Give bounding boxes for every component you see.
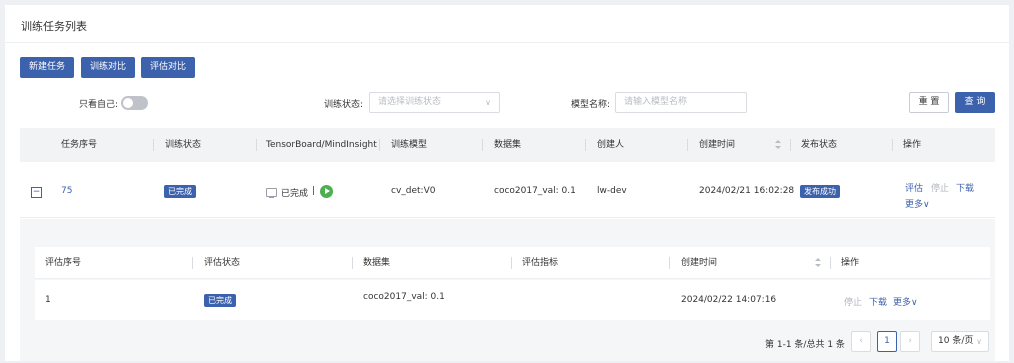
th-actions: 操作: [903, 140, 922, 150]
train-status-placeholder: 请选择训练状态: [378, 97, 442, 107]
eval-more-dropdown[interactable]: 更多∨: [893, 295, 918, 308]
chevron-down-icon: ∨: [485, 98, 491, 107]
monitor-icon: [266, 188, 277, 198]
sub-table-row: 1 已完成 coco2017_val: 0.1 2024/02/22 14:07…: [35, 280, 990, 320]
eval-download-link[interactable]: 下载: [869, 295, 887, 308]
chevron-down-icon: ∨: [976, 337, 982, 346]
col-separator: [585, 139, 586, 151]
table-row: − 75 已完成 已完成 | cv_det:V0 coco2017_val: 0…: [20, 162, 995, 218]
th-eval-dataset: 数据集: [363, 258, 391, 268]
query-button[interactable]: 查 询: [955, 92, 995, 113]
th-train-status: 训练状态: [165, 140, 202, 150]
th-train-model: 训练模型: [391, 140, 428, 150]
play-icon[interactable]: [320, 185, 333, 198]
col-separator: [892, 139, 893, 151]
train-status-badge: 已完成: [164, 185, 196, 198]
sort-icon[interactable]: [815, 258, 821, 268]
creator: lw-dev: [597, 186, 627, 196]
page-size-value: 10 条/页: [938, 336, 974, 346]
train-model: cv_det:V0: [391, 186, 436, 196]
eval-created-at: 2024/02/22 14:07:16: [681, 295, 777, 305]
th-eval-actions: 操作: [841, 258, 860, 268]
main-card: 训练任务列表 新建任务 训练对比 评估对比 只看自己: 训练状态: 请选择训练状…: [5, 5, 1009, 361]
expanded-panel: 评估序号 评估状态 数据集 评估指标 创建时间 操作 1 已完成 coco201…: [20, 219, 995, 361]
col-separator: [153, 139, 154, 151]
page-1-button[interactable]: 1: [877, 331, 897, 352]
th-eval-created-at[interactable]: 创建时间: [681, 247, 717, 279]
pagination-summary: 第 1-1 条/总共 1 条: [765, 340, 845, 350]
th-task-id: 任务序号: [61, 140, 98, 150]
page-size-select[interactable]: 10 条/页 ∨: [931, 331, 989, 352]
reset-button[interactable]: 重 置: [909, 92, 949, 113]
th-publish-status: 发布状态: [801, 140, 838, 150]
th-eval-id: 评估序号: [45, 258, 82, 268]
th-eval-metric: 评估指标: [522, 258, 559, 268]
col-separator: [669, 257, 670, 269]
more-dropdown[interactable]: 更多∨: [905, 197, 930, 210]
col-separator: [830, 257, 831, 269]
th-creator: 创建人: [597, 140, 625, 150]
page-title: 训练任务列表: [21, 20, 87, 33]
eval-dataset: coco2017_val: 0.1: [363, 292, 445, 302]
eval-id: 1: [45, 295, 51, 305]
collapse-row-icon[interactable]: −: [31, 187, 42, 198]
col-separator: [379, 139, 380, 151]
model-name-label: 模型名称:: [571, 100, 611, 110]
col-separator: [790, 139, 791, 151]
prev-page-button[interactable]: ‹: [851, 331, 871, 352]
col-separator: [482, 139, 483, 151]
col-separator: [256, 139, 257, 151]
download-link[interactable]: 下载: [956, 181, 974, 194]
col-separator: [192, 257, 193, 269]
model-name-placeholder: 请输入模型名称: [624, 97, 688, 107]
eval-status-badge: 已完成: [204, 294, 236, 307]
new-task-button[interactable]: 新建任务: [20, 57, 74, 78]
table-header: 任务序号 训练状态 TensorBoard/MindInsight 训练模型 数…: [20, 128, 995, 162]
train-status-select[interactable]: 请选择训练状态 ∨: [369, 92, 500, 113]
tb-separator: |: [312, 186, 316, 196]
only-mine-toggle[interactable]: [121, 96, 148, 110]
publish-status-badge: 发布成功: [800, 185, 840, 198]
sort-icon[interactable]: [775, 140, 781, 150]
th-created-at[interactable]: 创建时间: [699, 128, 735, 162]
sub-table-header: 评估序号 评估状态 数据集 评估指标 创建时间 操作: [35, 247, 990, 279]
dataset: coco2017_val: 0.1: [494, 186, 576, 196]
task-id-link[interactable]: 75: [61, 186, 72, 196]
tb-status: 已完成: [281, 189, 309, 199]
th-tensorboard: TensorBoard/MindInsight: [266, 140, 377, 150]
train-status-label: 训练状态:: [324, 100, 364, 110]
toggle-knob: [123, 98, 133, 108]
col-separator: [352, 257, 353, 269]
page-header: 训练任务列表: [5, 5, 1009, 43]
model-name-input[interactable]: 请输入模型名称: [615, 92, 747, 113]
only-mine-label: 只看自己:: [79, 100, 119, 110]
evaluate-link[interactable]: 评估: [905, 181, 923, 194]
col-separator: [511, 257, 512, 269]
train-compare-button[interactable]: 训练对比: [81, 57, 135, 78]
next-page-button[interactable]: ›: [900, 331, 920, 352]
eval-compare-button[interactable]: 评估对比: [141, 57, 195, 78]
col-separator: [687, 139, 688, 151]
th-eval-status: 评估状态: [204, 258, 241, 268]
stop-link[interactable]: 停止: [931, 181, 949, 194]
eval-stop-link[interactable]: 停止: [844, 295, 862, 308]
th-dataset: 数据集: [494, 140, 522, 150]
created-at: 2024/02/21 16:02:28: [699, 186, 795, 196]
